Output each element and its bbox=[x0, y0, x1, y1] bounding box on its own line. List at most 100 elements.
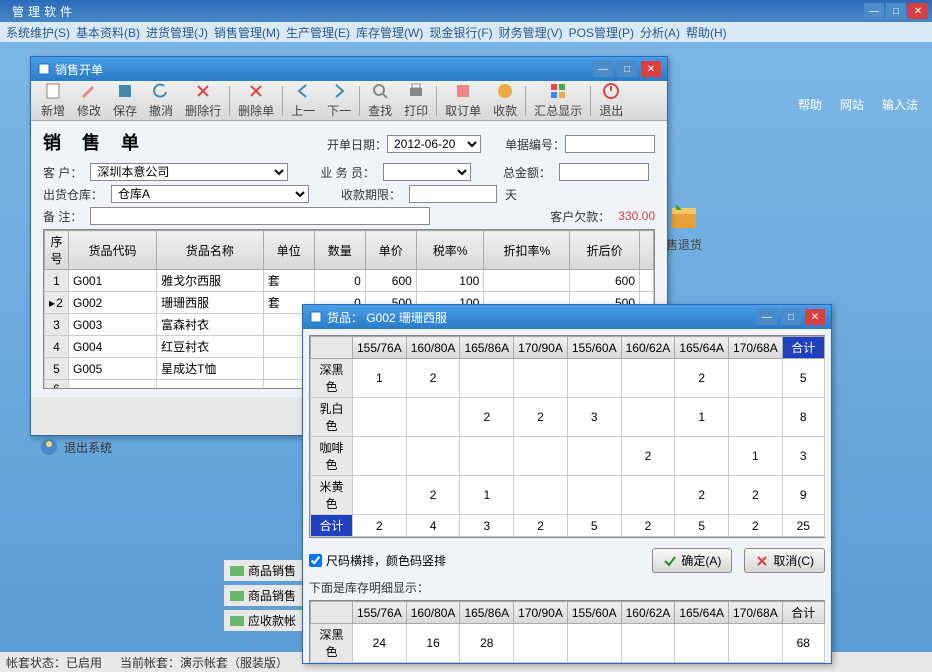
sales-minimize-button[interactable]: — bbox=[593, 61, 613, 77]
goods-close-button[interactable]: ✕ bbox=[805, 309, 825, 325]
link-help[interactable]: 帮助 bbox=[798, 96, 822, 113]
tb-next[interactable]: 下一 bbox=[321, 80, 357, 121]
tb-new[interactable]: 新增 bbox=[35, 80, 71, 121]
customer-label: 客 户： bbox=[43, 164, 82, 181]
stock-row: 深黑色24162868 bbox=[311, 624, 825, 663]
tab-label: 商品销售 bbox=[248, 562, 296, 579]
goods-maximize-button[interactable]: □ bbox=[781, 309, 801, 325]
goods-window: 货品： G002 珊珊西服 — □ ✕ 155/76A160/80A165/86… bbox=[302, 304, 832, 664]
desktop-icon-return[interactable]: 售退货 bbox=[666, 200, 702, 253]
main-minimize-button[interactable]: — bbox=[864, 3, 884, 19]
tb-summary[interactable]: 汇总显示 bbox=[528, 80, 588, 121]
tab-label: 商品销售 bbox=[248, 587, 296, 604]
matrix-row[interactable]: 乳白色22318 bbox=[311, 398, 825, 437]
total-input[interactable] bbox=[559, 163, 649, 181]
tb-prev[interactable]: 上一 bbox=[285, 80, 321, 121]
grid-row[interactable]: 1G001雅戈尔西服套0600100600 bbox=[45, 270, 654, 292]
exit-label: 退出系统 bbox=[64, 439, 112, 456]
exit-icon bbox=[602, 82, 620, 100]
prev-icon bbox=[294, 82, 312, 100]
stock-row: 乳白色2223054 bbox=[311, 663, 825, 664]
status-current-account: 当前帐套：演示帐套（服装版） bbox=[120, 654, 288, 671]
billno-label: 单据编号： bbox=[505, 136, 565, 153]
tb-undo[interactable]: 撤消 bbox=[143, 80, 179, 121]
menu-sales[interactable]: 销售管理(M) bbox=[214, 24, 280, 41]
link-website[interactable]: 网站 bbox=[840, 96, 864, 113]
menu-production[interactable]: 生产管理(E) bbox=[286, 24, 350, 41]
paydays-label: 收款期限： bbox=[341, 186, 401, 203]
cancel-button[interactable]: 取消(C) bbox=[744, 548, 825, 573]
paydays-input[interactable] bbox=[409, 185, 497, 203]
paydays-unit: 天 bbox=[505, 186, 517, 203]
grid-icon bbox=[230, 591, 244, 601]
tb-edit[interactable]: 修改 bbox=[71, 80, 107, 121]
tb-delrow[interactable]: 删除行 bbox=[179, 80, 227, 121]
tab-label: 应收款帐 bbox=[248, 612, 296, 629]
menu-cash[interactable]: 现金银行(F) bbox=[429, 24, 492, 41]
link-ime[interactable]: 输入法 bbox=[882, 96, 918, 113]
warehouse-select[interactable]: 仓库A bbox=[111, 185, 309, 203]
matrix-sum-row: 合计2432525225 bbox=[311, 515, 825, 537]
tab-item[interactable]: 商品销售 bbox=[224, 585, 302, 606]
main-titlebar: 管理软件 — □ ✕ bbox=[0, 0, 932, 22]
menu-finance[interactable]: 财务管理(V) bbox=[499, 24, 563, 41]
salesman-label: 业 务 员： bbox=[320, 164, 375, 181]
matrix-row[interactable]: 米黄色21229 bbox=[311, 476, 825, 515]
tb-exit[interactable]: 退出 bbox=[593, 80, 629, 121]
tab-item[interactable]: 商品销售 bbox=[224, 560, 302, 581]
orientation-checkbox[interactable]: 尺码横排，颜色码竖排 bbox=[309, 552, 446, 569]
app-title: 管理软件 bbox=[4, 3, 862, 20]
grid-header-row: 序号货品代码货品名称单位数量单价税率%折扣率%折后价 bbox=[45, 231, 654, 270]
money-icon bbox=[496, 82, 514, 100]
size-matrix-grid[interactable]: 155/76A160/80A165/86A170/90A155/60A160/6… bbox=[309, 335, 825, 538]
save-icon bbox=[116, 82, 134, 100]
main-maximize-button[interactable]: □ bbox=[886, 3, 906, 19]
tb-save[interactable]: 保存 bbox=[107, 80, 143, 121]
sales-titlebar[interactable]: 销售开单 — □ ✕ bbox=[31, 57, 667, 81]
menu-basic[interactable]: 基本资料(B) bbox=[76, 24, 140, 41]
control-row: 尺码横排，颜色码竖排 确定(A) 取消(C) bbox=[309, 548, 825, 573]
grid-icon bbox=[230, 566, 244, 576]
goods-minimize-button[interactable]: — bbox=[757, 309, 777, 325]
new-icon bbox=[44, 82, 62, 100]
box-icon bbox=[668, 200, 700, 232]
stock-note: 下面是库存明细显示： bbox=[309, 579, 825, 596]
sales-title: 销售开单 bbox=[55, 61, 103, 78]
doc-icon bbox=[37, 62, 51, 76]
tb-getorder[interactable]: 取订单 bbox=[439, 80, 487, 121]
sales-maximize-button[interactable]: □ bbox=[617, 61, 637, 77]
stock-grid[interactable]: 155/76A160/80A165/86A170/90A155/60A160/6… bbox=[309, 600, 825, 663]
main-close-button[interactable]: ✕ bbox=[908, 3, 928, 19]
remark-input[interactable] bbox=[90, 207, 430, 225]
edit-icon bbox=[80, 82, 98, 100]
sales-close-button[interactable]: ✕ bbox=[641, 61, 661, 77]
tab-item[interactable]: 应收款帐 bbox=[224, 610, 302, 631]
date-select[interactable]: 2012-06-20 bbox=[387, 135, 481, 153]
taskbar-tabs: 商品销售 商品销售 应收款帐 bbox=[224, 560, 302, 635]
tb-collect[interactable]: 收款 bbox=[487, 80, 523, 121]
matrix-row[interactable]: 咖啡色213 bbox=[311, 437, 825, 476]
billno-input[interactable] bbox=[565, 135, 655, 153]
menu-purchase[interactable]: 进货管理(J) bbox=[146, 24, 208, 41]
search-icon bbox=[371, 82, 389, 100]
exit-system-button[interactable]: 退出系统 bbox=[40, 438, 112, 456]
ok-button[interactable]: 确定(A) bbox=[652, 548, 732, 573]
form-heading: 销 售 单 bbox=[43, 129, 147, 155]
tb-print[interactable]: 打印 bbox=[398, 80, 434, 121]
menu-analysis[interactable]: 分析(A) bbox=[640, 24, 680, 41]
customer-select[interactable]: 深圳本意公司 bbox=[90, 163, 288, 181]
next-icon bbox=[330, 82, 348, 100]
tb-find[interactable]: 查找 bbox=[362, 80, 398, 121]
stock-header-row: 155/76A160/80A165/86A170/90A155/60A160/6… bbox=[311, 602, 825, 624]
goods-titlebar[interactable]: 货品： G002 珊珊西服 — □ ✕ bbox=[303, 305, 831, 329]
tb-delbill[interactable]: 删除单 bbox=[232, 80, 280, 121]
doc-icon bbox=[309, 310, 323, 324]
menu-pos[interactable]: POS管理(P) bbox=[569, 24, 634, 41]
menu-help[interactable]: 帮助(H) bbox=[686, 24, 727, 41]
matrix-row[interactable]: 深黑色1225 bbox=[311, 359, 825, 398]
sales-toolbar: 新增 修改 保存 撤消 删除行 删除单 上一 下一 查找 打印 取订单 收款 汇… bbox=[31, 81, 667, 121]
salesman-select[interactable] bbox=[383, 163, 471, 181]
order-icon bbox=[454, 82, 472, 100]
menu-system[interactable]: 系统维护(S) bbox=[6, 24, 70, 41]
menu-stock[interactable]: 库存管理(W) bbox=[356, 24, 423, 41]
